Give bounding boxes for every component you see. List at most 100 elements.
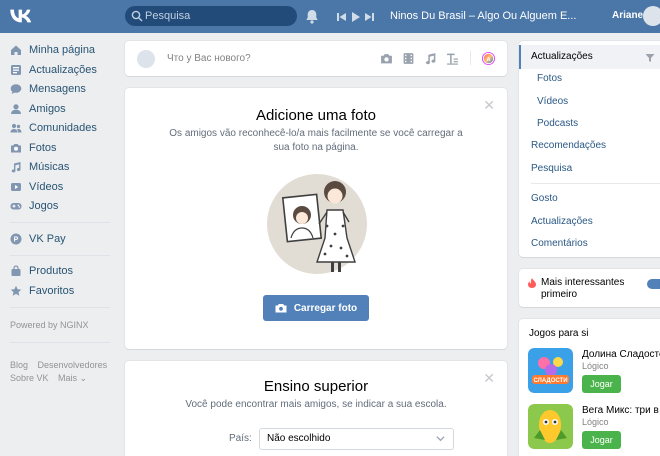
education-title: Ensino superior: [263, 378, 369, 395]
video-icon[interactable]: [402, 52, 415, 65]
rnav-item-updates-active[interactable]: Actualizações: [531, 51, 593, 62]
country-select[interactable]: Não escolhido: [259, 428, 454, 450]
nav-item-vkpay[interactable]: P VK Pay: [10, 231, 66, 247]
new-post-input[interactable]: Что у Вас нового?: [167, 53, 251, 64]
interesting-first-label: Mais interessantes primeiro: [541, 277, 625, 300]
nav-label: Jogos: [29, 200, 59, 212]
profile-avatar[interactable]: [643, 6, 660, 26]
game-item[interactable]: Вега Микс: три в ряд Lógico Jogar: [528, 404, 660, 452]
footer-links: Blog Desenvolvedores Sobre VK Mais ⌄: [10, 359, 114, 385]
game-name[interactable]: Долина Сладостей: [582, 349, 660, 360]
music-icon: [11, 162, 21, 173]
games-card: Jogos para si СЛАДОСТИ Долина Сладостей …: [519, 319, 660, 456]
article-icon[interactable]: [446, 52, 459, 65]
vkpay-icon: P: [10, 233, 22, 245]
profile-username[interactable]: Ariane: [612, 10, 643, 21]
nav-divider: [10, 255, 110, 256]
footer-link-blog[interactable]: Blog: [10, 360, 28, 370]
add-photo-subtitle: Os amigos vão reconhecê-lo/a mais facilm…: [169, 128, 463, 153]
game-thumbnail[interactable]: [528, 404, 573, 449]
nav-item-videos[interactable]: Vídeos: [10, 179, 63, 195]
rnav-item-updates[interactable]: Actualizações: [531, 216, 593, 227]
rnav-item-recommendations[interactable]: Recomendações: [531, 140, 606, 151]
home-icon: [11, 45, 21, 55]
nav-item-friends[interactable]: Amigos: [10, 101, 66, 117]
upload-photo-button[interactable]: Carregar foto: [263, 295, 369, 321]
chevron-down-icon: [436, 436, 445, 442]
play-button[interactable]: Jogar: [582, 431, 621, 449]
nav-label: Músicas: [29, 161, 70, 173]
nav-label: Minha página: [29, 44, 96, 56]
search-input[interactable]: Pesquisa: [125, 6, 297, 26]
country-select-value: Não escolhido: [267, 433, 331, 444]
play-button[interactable]: Jogar: [582, 375, 621, 393]
communities-icon: [10, 123, 22, 133]
nav-item-favorites[interactable]: Favoritos: [10, 283, 74, 299]
gamepad-icon: [10, 203, 22, 210]
camera-icon[interactable]: [380, 52, 393, 65]
filter-icon[interactable]: [645, 53, 655, 63]
star-icon: [10, 285, 22, 296]
interesting-first-toggle[interactable]: [647, 279, 660, 289]
nav-item-music[interactable]: Músicas: [10, 159, 69, 175]
game-category: Lógico: [582, 417, 609, 427]
upload-photo-label: Carregar foto: [293, 302, 358, 314]
svg-text:СЛАДОСТИ: СЛАДОСТИ: [533, 378, 567, 384]
messages-icon: [10, 84, 22, 94]
country-label: País:: [229, 433, 252, 444]
camera-icon: [275, 304, 287, 313]
prev-track-icon[interactable]: [337, 12, 346, 22]
nav-label: Produtos: [29, 265, 74, 277]
footer-link-more[interactable]: Mais ⌄: [58, 373, 87, 383]
avatar-color-icon[interactable]: A: [482, 51, 495, 65]
nav-item-communities[interactable]: Comunidades: [10, 120, 97, 136]
game-item[interactable]: СЛАДОСТИ Долина Сладостей Lógico Jogar: [528, 348, 660, 396]
new-post-box[interactable]: Что у Вас нового? A: [125, 41, 507, 76]
svg-text:P: P: [14, 237, 19, 244]
post-avatar: [137, 50, 155, 68]
nav-label: Amigos: [29, 103, 66, 115]
nav-item-my-page[interactable]: Minha página: [10, 42, 95, 58]
game-name[interactable]: Вега Микс: три в ряд: [582, 405, 660, 416]
next-track-icon[interactable]: [365, 12, 374, 22]
svg-text:A: A: [486, 56, 490, 62]
footer-link-developers[interactable]: Desenvolvedores: [38, 360, 108, 370]
nav-item-news[interactable]: Actualizações: [10, 62, 97, 78]
play-icon[interactable]: [351, 11, 360, 22]
vk-logo-icon[interactable]: [10, 8, 32, 24]
icon-divider: [470, 51, 471, 65]
now-playing-track[interactable]: Ninos Du Brasil – Algo Ou Alguem E...: [390, 10, 576, 22]
add-photo-title: Adicione uma foto: [255, 107, 377, 124]
nav-item-photos[interactable]: Fotos: [10, 140, 57, 156]
nav-label: Vídeos: [29, 181, 64, 193]
nav-label: VK Pay: [29, 233, 66, 245]
camera-icon: [11, 144, 21, 153]
music-icon[interactable]: [424, 52, 437, 65]
add-photo-card: ✕ Adicione uma foto Os amigos vão reconh…: [125, 88, 507, 349]
bag-icon: [11, 265, 21, 276]
nav-divider: [10, 222, 110, 223]
rnav-item-comments[interactable]: Comentários: [531, 238, 588, 249]
rnav-item-likes[interactable]: Gosto: [531, 193, 558, 204]
rnav-item-photos[interactable]: Fotos: [537, 73, 562, 84]
nav-item-messages[interactable]: Mensagens: [10, 81, 86, 97]
rnav-item-podcasts[interactable]: Podcasts: [537, 118, 578, 129]
nav-label: Mensagens: [29, 83, 86, 95]
post-attach-icons: A: [380, 51, 495, 65]
rnav-item-videos[interactable]: Vídeos: [537, 96, 568, 107]
nav-label: Favoritos: [29, 285, 75, 297]
search-placeholder: Pesquisa: [145, 10, 191, 22]
nav-divider: [10, 307, 110, 308]
video-icon: [11, 183, 21, 191]
add-photo-illustration: [267, 174, 367, 274]
bell-icon[interactable]: [305, 9, 319, 24]
footer-link-about[interactable]: Sobre VK: [10, 373, 49, 383]
nav-label: Comunidades: [29, 122, 97, 134]
game-thumbnail[interactable]: СЛАДОСТИ: [528, 348, 573, 393]
friends-icon: [11, 104, 21, 114]
nav-item-games[interactable]: Jogos: [10, 198, 58, 214]
nav-item-products[interactable]: Produtos: [10, 263, 73, 279]
education-subtitle: Você pode encontrar mais amigos, se indi…: [185, 399, 447, 410]
rnav-item-search[interactable]: Pesquisa: [531, 163, 572, 174]
game-category: Lógico: [582, 361, 609, 371]
